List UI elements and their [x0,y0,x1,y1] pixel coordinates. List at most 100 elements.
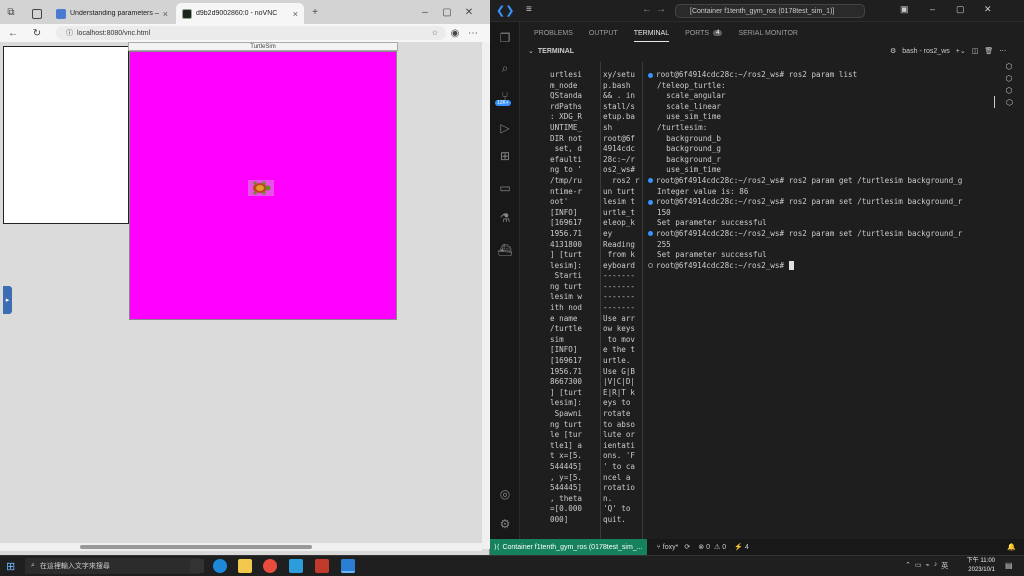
taskbar-search[interactable]: ⌕ 在這裡輸入文字來搜尋 [25,558,200,574]
search-icon[interactable]: ⌕ [497,60,513,76]
terminal-line: UNTIME_ [550,122,583,132]
terminal-list-item-active[interactable]: ⬡ [994,96,1024,108]
warning-count[interactable]: 0 [722,544,726,551]
tray-chevron-icon[interactable]: ⌃ [905,561,911,571]
error-count[interactable]: 0 [706,544,710,551]
shell-label[interactable]: bash - ros2_ws [902,48,949,55]
sync-icon[interactable]: ⟳ [684,543,690,551]
close-tab-icon[interactable]: × [293,9,298,19]
vnc-viewport[interactable]: TurtleSim ▸ [0,42,482,549]
browser-tab-blank[interactable] [26,3,50,24]
testing-icon[interactable]: ⚗ [497,210,513,226]
new-tab-button[interactable]: + [308,5,322,19]
browser-tab-ros-docs[interactable]: Understanding parameters — RO × [50,3,174,24]
extensions-icon[interactable]: ⊞ [497,148,513,164]
docker-icon[interactable]: ⛴ [497,242,513,258]
maximize-icon[interactable]: ▢ [956,4,965,15]
command-status-dot-icon[interactable] [648,231,653,237]
nav-forward-icon[interactable]: → [656,4,666,15]
minimize-icon[interactable]: – [418,5,432,19]
kill-terminal-icon[interactable]: 🗑 [984,47,993,55]
command-status-dot-icon[interactable] [648,263,653,269]
task-view-icon[interactable] [190,559,204,573]
docker-app-icon[interactable] [289,559,303,573]
explorer-icon[interactable]: ❐ [497,30,513,46]
file-explorer-icon[interactable] [238,559,252,573]
vertical-scrollbar[interactable] [482,42,490,549]
terminal-line: m_node [550,80,578,90]
vscode-taskbar-icon[interactable] [341,559,355,573]
command-center[interactable]: [Container f1tenth_gym_ros (0178test_sim… [675,4,865,18]
terminal-text: ros2 param set /turtlesim background_r [784,197,963,207]
workspaces-icon[interactable]: ⧉ [4,5,18,19]
tab-serial-monitor[interactable]: SERIAL MONITOR [738,22,798,44]
novnc-sidebar-handle[interactable]: ▸ [3,286,12,314]
menu-icon[interactable]: ≡ [526,4,532,15]
terminal-line: tle1] a [550,440,583,450]
settings-gear-icon[interactable]: ⚙ [497,516,513,532]
browser-tab-novnc[interactable]: d9b2d9002860:0 - noVNC × [176,3,304,24]
more-actions-icon[interactable]: ⋯ [999,47,1006,55]
more-menu-icon[interactable]: ⋯ [466,26,480,40]
remote-indicator[interactable]: ⟩⟨ Container f1tenth_gym_ros (0178test_s… [490,539,647,555]
horizontal-scrollbar[interactable] [0,543,482,551]
tab-terminal[interactable]: TERMINAL [633,22,670,44]
turtlesim-titlebar[interactable]: TurtleSim [128,42,398,51]
terminal-line: n. [603,493,613,503]
tab-output[interactable]: OUTPUT [589,22,618,44]
chrome-icon[interactable] [263,559,277,573]
maximize-icon[interactable]: ▢ [440,5,454,19]
terminal-line: && . in [603,91,636,101]
close-tab-icon[interactable]: × [163,9,168,19]
nav-back-icon[interactable]: ← [642,4,652,15]
volume-icon[interactable]: ♪ [934,561,938,571]
command-status-dot-icon[interactable] [648,72,653,78]
tab-ports[interactable]: PORTS 4 [685,22,723,44]
back-icon[interactable]: ← [6,26,20,40]
notifications-icon[interactable]: 🔔 [1007,543,1016,551]
command-status-dot-icon[interactable] [648,199,653,205]
tab-problems[interactable]: PROBLEMS [534,22,573,44]
terminal-line: background_r [657,155,992,166]
network-icon[interactable]: ⌁ [926,561,930,571]
close-window-icon[interactable]: ✕ [462,5,476,19]
run-debug-icon[interactable]: ▷ [497,120,513,136]
ports-status-count[interactable]: 4 [745,544,749,551]
taskbar-clock[interactable]: 下午 11:00 2023/10/1 [955,557,995,575]
mcafee-icon[interactable] [315,559,329,573]
terminal-pane-teleop[interactable]: xy/setu p.bash && . in stall/s etup.ba sh root… [603,70,649,526]
favorite-star-icon[interactable]: ☆ [432,29,438,37]
command-status-dot-icon[interactable] [648,178,653,184]
terminal-line: ------- [603,303,636,313]
account-icon[interactable]: ◎ [497,486,513,502]
terminal-list-item[interactable]: ⬡ [994,60,1024,72]
remote-icon: ⟩⟨ [494,544,500,551]
terminal-line: eys to [603,398,631,408]
branch-label[interactable]: foxy* [663,544,679,551]
minimize-icon[interactable]: – [930,4,935,14]
terminal-split-divider[interactable] [600,62,601,540]
edge-icon[interactable] [213,559,227,573]
terminal-line: Integer value is: 86 [657,187,992,198]
terminal-line: ------- [603,292,636,302]
terminal-list-item[interactable]: ⬡ [994,72,1024,84]
notification-center-icon[interactable]: ▤ [1005,561,1013,570]
start-icon[interactable]: ⊞ [6,560,15,573]
split-terminal-icon[interactable]: ◫ [972,47,979,55]
terminal-pane-param[interactable]: root@6f4914cdc28c:~/ros2_ws# ros2 param … [648,70,992,271]
new-terminal-icon[interactable]: +⌄ [956,47,966,55]
close-window-icon[interactable]: ✕ [984,4,992,15]
profile-avatar-icon[interactable]: ◉ [448,26,462,40]
scroll-thumb[interactable] [80,545,312,549]
terminal-line: 1956.71 [550,228,583,238]
terminal-pane-turtlesim[interactable]: urtlesi m_node QStanda rdPaths: XDG_R UNTIME… [550,70,596,526]
input-language[interactable]: 英 [941,561,948,571]
layout-toggle-icon[interactable]: ▣ [900,4,909,15]
terminal-text: 150 [657,207,671,217]
reload-icon[interactable]: ↻ [30,26,44,40]
terminal-list-item[interactable]: ⬡ [994,84,1024,96]
terminal-line: ------- [603,271,636,281]
address-bar[interactable]: ⓘ localhost:8080/vnc.html ☆ [56,26,446,40]
remote-explorer-icon[interactable]: ▭ [497,180,513,196]
battery-icon[interactable]: ▭ [915,561,922,571]
